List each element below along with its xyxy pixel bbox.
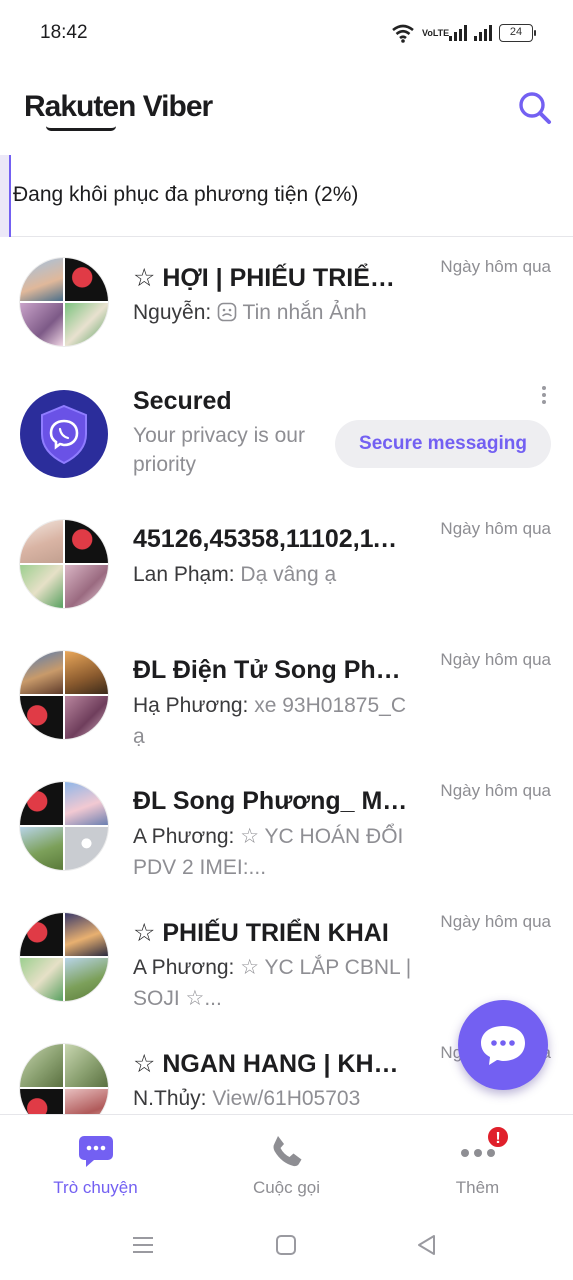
chat-title: ĐL Điện Tử Song Phương <box>133 656 408 684</box>
chat-preview: Lan Phạm: Dạ vâng ạ <box>133 559 413 590</box>
notification-badge: ! <box>486 1125 510 1149</box>
shield-icon <box>41 404 87 465</box>
chat-message: Dạ vâng ạ <box>240 563 337 586</box>
more-vertical-icon[interactable] <box>541 385 547 405</box>
logo-smile <box>46 126 116 131</box>
status-icons: VoLTE 24 <box>391 20 536 46</box>
group-avatar <box>20 1044 108 1114</box>
status-time: 18:42 <box>40 22 88 43</box>
status-bar: 18:42 VoLTE 24 <box>0 0 573 66</box>
restore-media-banner: Đang khôi phục đa phương tiện (2%) <box>0 155 573 237</box>
new-chat-icon <box>481 1026 525 1065</box>
chat-title: ☆ NGAN HANG | KHACH HANG <box>133 1050 408 1078</box>
chat-date: Ngày hôm qua <box>440 912 551 931</box>
restore-text: Đang khôi phục đa phương tiện (2%) <box>13 183 359 206</box>
chat-message: Tin nhắn Ảnh <box>242 301 367 324</box>
signal-icon-2 <box>474 25 492 41</box>
menu-icon[interactable] <box>130 1232 156 1258</box>
chat-message: View/61H05703 <box>212 1087 361 1110</box>
group-avatar <box>20 651 108 739</box>
restore-progress-bar <box>0 155 11 237</box>
chat-title: ☆ PHIẾU TRIỂN KHAI <box>133 919 389 947</box>
chat-date: Ngày hôm qua <box>440 650 551 669</box>
system-nav <box>0 1208 573 1280</box>
chat-date: Ngày hôm qua <box>440 257 551 276</box>
chat-preview: Nguyễn: Tin nhắn Ảnh <box>133 297 413 328</box>
chat-preview: N.Thủy: View/61H05703 <box>133 1083 413 1114</box>
chat-sender: Hạ Phương: <box>133 694 249 717</box>
battery-icon: 24 <box>499 24 536 42</box>
chat-item[interactable]: ĐL Điện Tử Song Phương Ngày hôm qua Hạ P… <box>0 631 573 762</box>
promo-secured: Secured Your privacy is our priority Sec… <box>0 369 573 500</box>
chat-sender: Lan Phạm: <box>133 563 235 586</box>
chat-sender: N.Thủy: <box>133 1087 207 1110</box>
wifi-icon <box>392 24 414 43</box>
tab-more[interactable]: ! Thêm <box>382 1115 573 1209</box>
tab-calls-label: Cuộc gọi <box>252 1178 321 1197</box>
chat-sender: Nguyễn: <box>133 301 212 324</box>
bottom-nav: Trò chuyện Cuộc gọi ! Thêm <box>0 1114 573 1208</box>
chat-title: ĐL Song Phương_ Minh <box>133 787 408 815</box>
group-avatar <box>20 782 108 870</box>
secure-shield-avatar <box>20 390 108 478</box>
chat-preview: A Phương: ☆ YC LẮP CBNL | SOJI ☆... <box>133 952 413 1014</box>
chat-preview: A Phương: ☆ YC HOÁN ĐỔI PDV 2 IMEI:... <box>133 821 413 883</box>
signal-icon <box>449 25 467 41</box>
back-icon[interactable] <box>414 1232 440 1258</box>
chat-title: ☆ HỢI | PHIẾU TRIỂN KHAI <box>133 264 408 292</box>
chat-date: Ngày hôm qua <box>440 781 551 800</box>
chat-date: Ngày hôm qua <box>440 519 551 538</box>
home-icon[interactable] <box>273 1232 299 1258</box>
group-avatar <box>20 258 108 346</box>
chat-sender: A Phương: <box>133 956 235 979</box>
tab-chats[interactable]: Trò chuyện <box>0 1115 191 1209</box>
chat-item[interactable]: ĐL Song Phương_ Minh Ngày hôm qua A Phươ… <box>0 762 573 893</box>
phone-icon <box>273 1136 302 1167</box>
chat-title: 45126,45358,11102,11305 <box>133 525 408 553</box>
chat-list: ☆ HỢI | PHIẾU TRIỂN KHAI Ngày hôm qua Ng… <box>0 238 573 1114</box>
image-icon <box>217 302 237 322</box>
tab-chats-label: Trò chuyện <box>53 1178 138 1197</box>
group-avatar <box>20 520 108 608</box>
promo-title: Secured <box>133 387 232 415</box>
chat-preview: Hạ Phương: xe 93H01875_C ạ <box>133 690 413 752</box>
volte-label: VoLTE <box>422 27 450 38</box>
chat-item[interactable]: 45126,45358,11102,11305 Ngày hôm qua Lan… <box>0 500 573 631</box>
tab-calls[interactable]: Cuộc gọi <box>191 1115 382 1209</box>
promo-subtitle: Your privacy is our priority <box>133 424 305 476</box>
app-header: Rakuten Viber <box>0 78 573 144</box>
secure-messaging-button[interactable]: Secure messaging <box>335 420 551 468</box>
chat-icon <box>79 1136 113 1167</box>
group-avatar <box>20 913 108 1001</box>
chat-item[interactable]: ☆ HỢI | PHIẾU TRIỂN KHAI Ngày hôm qua Ng… <box>0 238 573 369</box>
app-logo: Rakuten Viber <box>24 90 213 123</box>
new-chat-button[interactable] <box>458 1000 548 1090</box>
chat-sender: A Phương: <box>133 825 235 848</box>
tab-more-label: Thêm <box>455 1178 500 1197</box>
search-icon[interactable] <box>515 88 555 128</box>
